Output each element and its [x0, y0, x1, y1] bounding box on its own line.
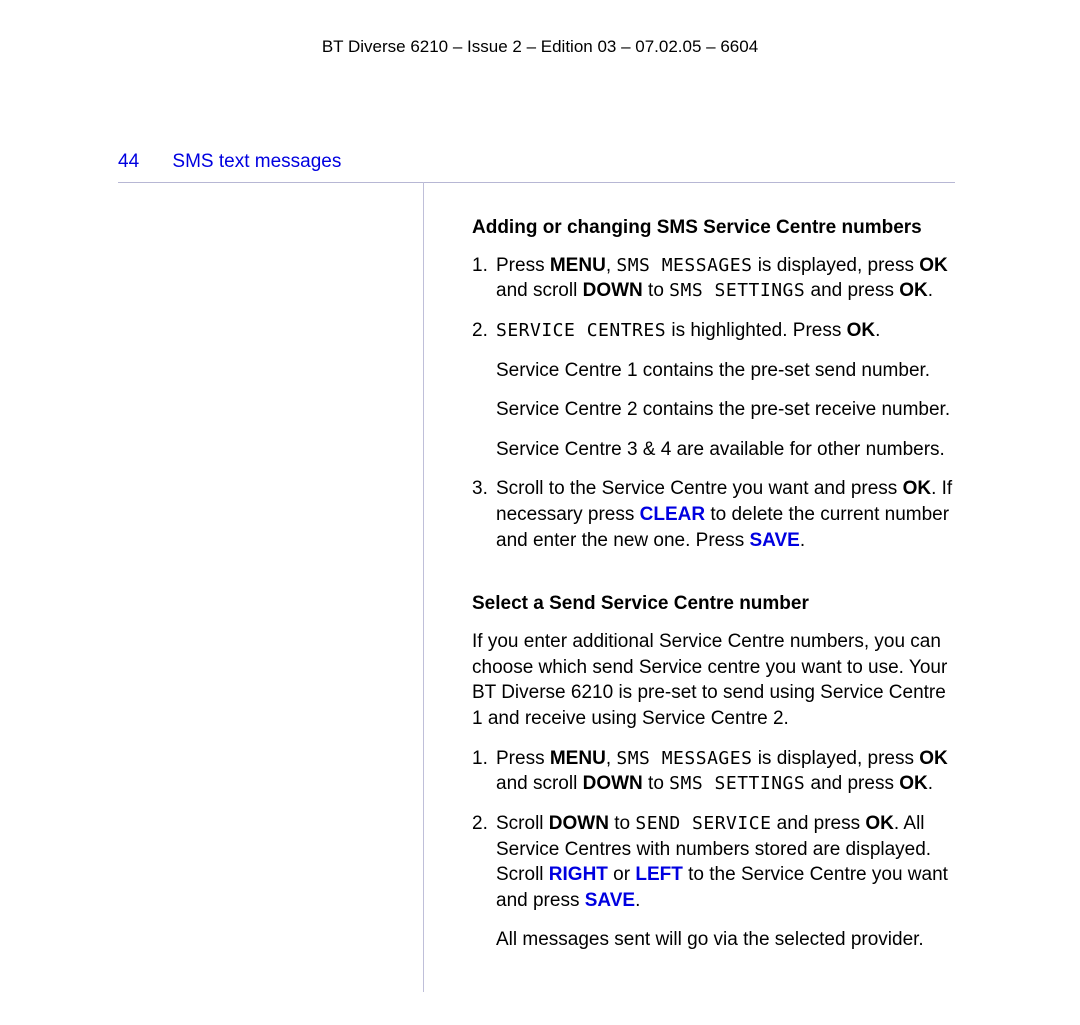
- section-title: SMS text messages: [172, 149, 341, 175]
- body-text: ,: [606, 255, 617, 276]
- body-text: is highlighted. Press: [666, 320, 847, 341]
- b-text: OK: [903, 478, 932, 499]
- body-text: to: [609, 813, 635, 834]
- lcd-text: SERVICE CENTRES: [496, 320, 666, 341]
- body-text: .: [928, 773, 933, 794]
- body-text: or: [608, 864, 635, 885]
- vertical-rule: [423, 182, 424, 992]
- body-text: ,: [606, 748, 617, 769]
- body-text: Scroll to the Service Centre you want an…: [496, 478, 903, 499]
- body-text: to: [643, 773, 669, 794]
- document-page: BT Diverse 6210 – Issue 2 – Edition 03 –…: [0, 0, 1080, 1025]
- lcd-text: SMS MESSAGES: [616, 255, 752, 276]
- b-text: OK: [919, 748, 948, 769]
- step-number: 2.: [472, 811, 488, 837]
- step-item: 2.SERVICE CENTRES is highlighted. Press …: [472, 318, 955, 463]
- heading-adding-changing: Adding or changing SMS Service Centre nu…: [472, 215, 955, 241]
- b-text: MENU: [550, 255, 606, 276]
- b-text: OK: [899, 773, 928, 794]
- blue-text: SAVE: [750, 530, 800, 551]
- body-text: and press: [805, 280, 899, 301]
- body-text: and press: [771, 813, 865, 834]
- main-content: Adding or changing SMS Service Centre nu…: [472, 215, 955, 967]
- lcd-text: SEND SERVICE: [635, 813, 771, 834]
- step-subtext: Service Centre 3 & 4 are available for o…: [496, 437, 955, 463]
- steps-list-a: 1. Press MENU, SMS MESSAGES is displayed,…: [472, 253, 955, 554]
- step-number: 3.: [472, 476, 488, 502]
- blue-text: LEFT: [635, 864, 683, 885]
- lcd-text: SMS SETTINGS: [669, 773, 805, 794]
- body-text: .: [635, 890, 640, 911]
- horizontal-rule: [118, 182, 955, 183]
- body-text: .: [875, 320, 880, 341]
- intro-paragraph: If you enter additional Service Centre n…: [472, 629, 955, 732]
- lcd-text: SMS MESSAGES: [616, 748, 752, 769]
- b-text: OK: [919, 255, 948, 276]
- b-text: OK: [865, 813, 894, 834]
- body-text: .: [928, 280, 933, 301]
- heading-select-send: Select a Send Service Centre number: [472, 591, 955, 617]
- b-text: OK: [899, 280, 928, 301]
- step-number: 2.: [472, 318, 488, 344]
- step-number: 1.: [472, 253, 488, 279]
- step-item: 1. Press MENU, SMS MESSAGES is displayed,…: [472, 253, 955, 304]
- page-number: 44: [118, 149, 139, 175]
- body-text: Scroll: [496, 813, 549, 834]
- b-text: DOWN: [583, 280, 643, 301]
- blue-text: CLEAR: [640, 504, 705, 525]
- blue-text: SAVE: [585, 890, 635, 911]
- body-text: and press: [805, 773, 899, 794]
- step-number: 1.: [472, 746, 488, 772]
- step-item: 2.Scroll DOWN to SEND SERVICE and press …: [472, 811, 955, 953]
- blue-text: RIGHT: [549, 864, 608, 885]
- step-subtext: Service Centre 1 contains the pre-set se…: [496, 358, 955, 384]
- body-text: to: [643, 280, 669, 301]
- step-item: 1. Press MENU, SMS MESSAGES is displayed,…: [472, 746, 955, 797]
- step-item: 3. Scroll to the Service Centre you want …: [472, 476, 955, 553]
- document-header: BT Diverse 6210 – Issue 2 – Edition 03 –…: [0, 36, 1080, 59]
- body-text: is displayed, press: [752, 255, 919, 276]
- step-subtext: Service Centre 2 contains the pre-set re…: [496, 397, 955, 423]
- body-text: Press: [496, 255, 550, 276]
- b-text: DOWN: [583, 773, 643, 794]
- b-text: DOWN: [549, 813, 609, 834]
- body-text: and scroll: [496, 773, 583, 794]
- b-text: MENU: [550, 748, 606, 769]
- section-bar: 44 SMS text messages: [118, 149, 955, 175]
- body-text: is displayed, press: [752, 748, 919, 769]
- body-text: .: [800, 530, 805, 551]
- b-text: OK: [847, 320, 876, 341]
- lcd-text: SMS SETTINGS: [669, 280, 805, 301]
- step-subtext: All messages sent will go via the select…: [496, 927, 955, 953]
- steps-list-b: 1. Press MENU, SMS MESSAGES is displayed,…: [472, 746, 955, 953]
- body-text: Press: [496, 748, 550, 769]
- body-text: and scroll: [496, 280, 583, 301]
